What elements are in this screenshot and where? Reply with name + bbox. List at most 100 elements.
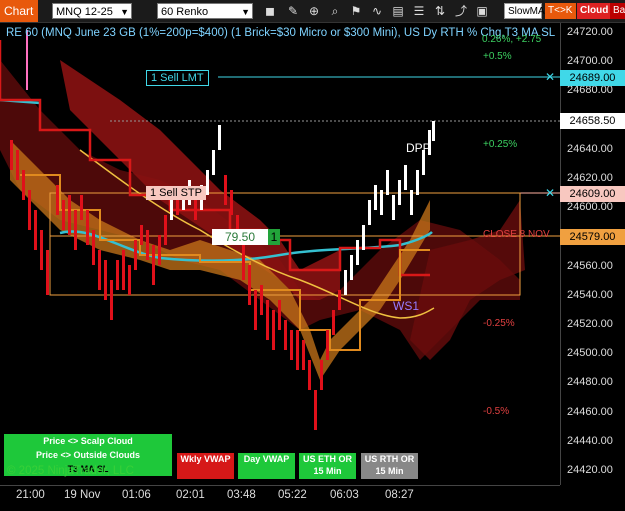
time-tick-label: 08:27 [385,489,414,501]
plus-half-pct-label: +0.5% [483,51,512,62]
down-brick [308,360,311,390]
ws1-label: WS1 [393,299,420,313]
down-brick [92,230,95,265]
chart-title: RE 60 (MNQ June 23 GB (1%=200p=$400) (1 … [6,27,556,39]
template-icon[interactable]: ▤ [390,3,406,19]
price-tick-label: 24480.00 [567,376,613,389]
slow-ma-button[interactable]: SlowMA [504,3,545,19]
down-brick [248,265,251,305]
share-icon[interactable]: ⤴ [453,3,469,19]
price-scalp-cloud-button[interactable]: Price <> Scalp Cloud [4,434,172,448]
down-brick [68,195,71,235]
down-brick [332,310,335,335]
indicator-icon[interactable]: ∿ [369,3,385,19]
down-brick [128,265,131,295]
quantity-count-box[interactable]: 1 [268,229,280,245]
up-brick [374,185,377,210]
instrument-value: MNQ 12-25 [56,6,113,18]
price-axis[interactable]: 24720.0024700.0024680.0024660.0024640.00… [560,23,625,485]
time-tick-label: 19 Nov [64,489,101,501]
price-tick-label: 24540.00 [567,288,613,301]
interval-selector[interactable]: 60 Renko ▼ [157,3,253,19]
down-brick [28,190,31,230]
quantity-value-box[interactable]: 79.50 [212,229,268,245]
down-brick [146,230,149,260]
down-brick [266,300,269,340]
price-tick-label: 24420.00 [567,464,613,476]
up-brick [410,190,413,215]
price-tick-label: 24520.00 [567,318,613,330]
zoom-icon[interactable]: ⌕ [327,3,343,19]
instrument-selector[interactable]: MNQ 12-25 ▼ [52,3,132,19]
down-brick [22,170,25,200]
price-outside-clouds-button[interactable]: Price <> Outside Clouds [4,448,172,462]
day-vwap-button[interactable]: Day VWAP [238,453,295,479]
minus-half-pct-label: -0.5% [483,406,510,417]
down-brick [242,240,245,280]
sell-stp-label[interactable]: 1 Sell STP [146,186,206,200]
bar-type-icon[interactable]: ◼ [262,3,278,19]
sell-lmt-price-tag: 24689.00 [560,70,625,86]
up-brick [344,270,347,295]
down-brick [320,360,323,390]
weekly-vwap-button[interactable]: Wkly VWAP [177,453,234,479]
down-brick [278,300,281,330]
down-brick [194,200,197,220]
up-brick [362,225,365,250]
time-tick-label: 06:03 [330,489,359,501]
us-rth-or-button[interactable]: US RTH OR 15 Min [361,453,418,479]
up-brick [350,255,353,280]
cloud-button[interactable]: Cloud [577,3,610,19]
up-brick [398,180,401,205]
sell-lmt-close-icon[interactable]: ✕ [545,70,555,84]
sell-stp-close-icon[interactable]: ✕ [545,186,555,200]
down-brick [314,390,317,430]
down-brick [40,230,43,270]
up-brick [368,200,371,225]
chart-trader-icon[interactable]: ⇅ [432,3,448,19]
interval-value: 60 Renko [161,6,209,18]
down-brick [152,245,155,285]
chart-tab[interactable]: Chart [0,0,38,22]
crosshair-icon[interactable]: ⊕ [306,3,322,19]
chart-toolbar: Chart MNQ 12-25 ▼ 60 Renko ▼ ◼ ✎ ⊕ ⌕ ⚑ ∿… [0,0,625,23]
up-brick [356,240,359,265]
up-brick [416,170,419,195]
price-tick-label: 24720.00 [567,26,613,38]
price-tick-label: 24680.00 [567,84,613,97]
drawing-tool-icon[interactable]: ✎ [285,3,301,19]
us-eth-or-button[interactable]: US ETH OR 15 Min [299,453,356,479]
price-tick-label: 24640.00 [567,142,613,155]
sell-lmt-label[interactable]: 1 Sell LMT [146,70,209,86]
down-brick [224,175,227,205]
down-brick [290,330,293,360]
down-brick [46,250,49,295]
down-brick [104,260,107,300]
down-brick [62,200,65,230]
time-tick-label: 01:06 [122,489,151,501]
pct-change-label: 0.26%, +2.75 [482,34,542,45]
down-brick [254,290,257,330]
down-brick [284,320,287,350]
last-price-tag: 24658.50 [560,113,625,129]
down-brick [140,225,143,245]
tk-button[interactable]: T<>K [545,3,576,19]
price-tick-label: 24620.00 [567,172,613,184]
down-brick [34,210,37,250]
up-brick [392,195,395,220]
properties-icon[interactable]: ☰ [411,3,427,19]
time-tick-label: 21:00 [16,489,45,501]
down-brick [338,290,341,310]
up-brick [386,170,389,195]
strategy-icon[interactable]: ⚑ [348,3,364,19]
down-brick [326,330,329,360]
price-chart[interactable] [0,23,560,485]
time-tick-label: 05:22 [278,489,307,501]
bars-button[interactable]: Bars [610,3,625,19]
down-brick [74,210,77,250]
time-tick-label: 03:48 [227,489,256,501]
up-brick [206,170,209,195]
down-brick [86,210,89,245]
snapshot-icon[interactable]: ▣ [474,3,490,19]
down-brick [56,185,59,215]
